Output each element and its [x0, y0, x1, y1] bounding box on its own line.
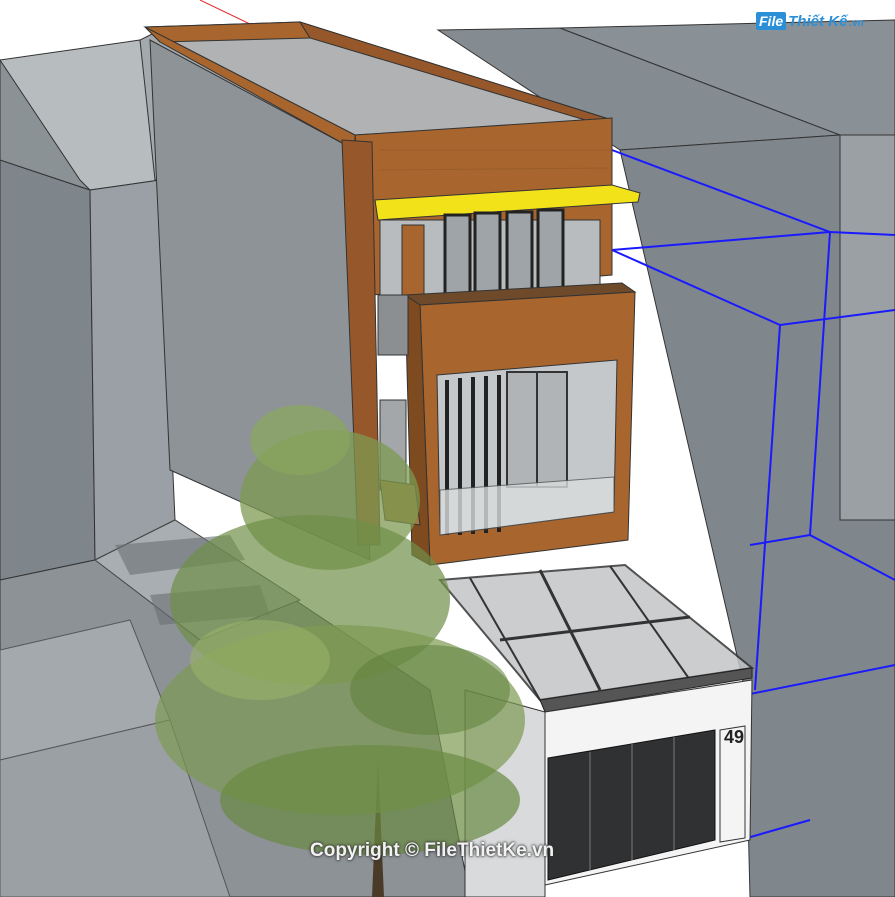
house-number: 49	[724, 727, 744, 747]
site-logo: File Thiết Kế .vn	[756, 12, 864, 30]
copyright-watermark: Copyright © FileThietKe.vn	[310, 840, 555, 861]
balcony-box	[403, 282, 637, 566]
logo-word: Thiết Kế	[788, 12, 848, 30]
logo-tld: .vn	[849, 17, 864, 29]
sketchup-viewport[interactable]: 49	[0, 0, 895, 897]
logo-mark: File	[756, 12, 787, 30]
